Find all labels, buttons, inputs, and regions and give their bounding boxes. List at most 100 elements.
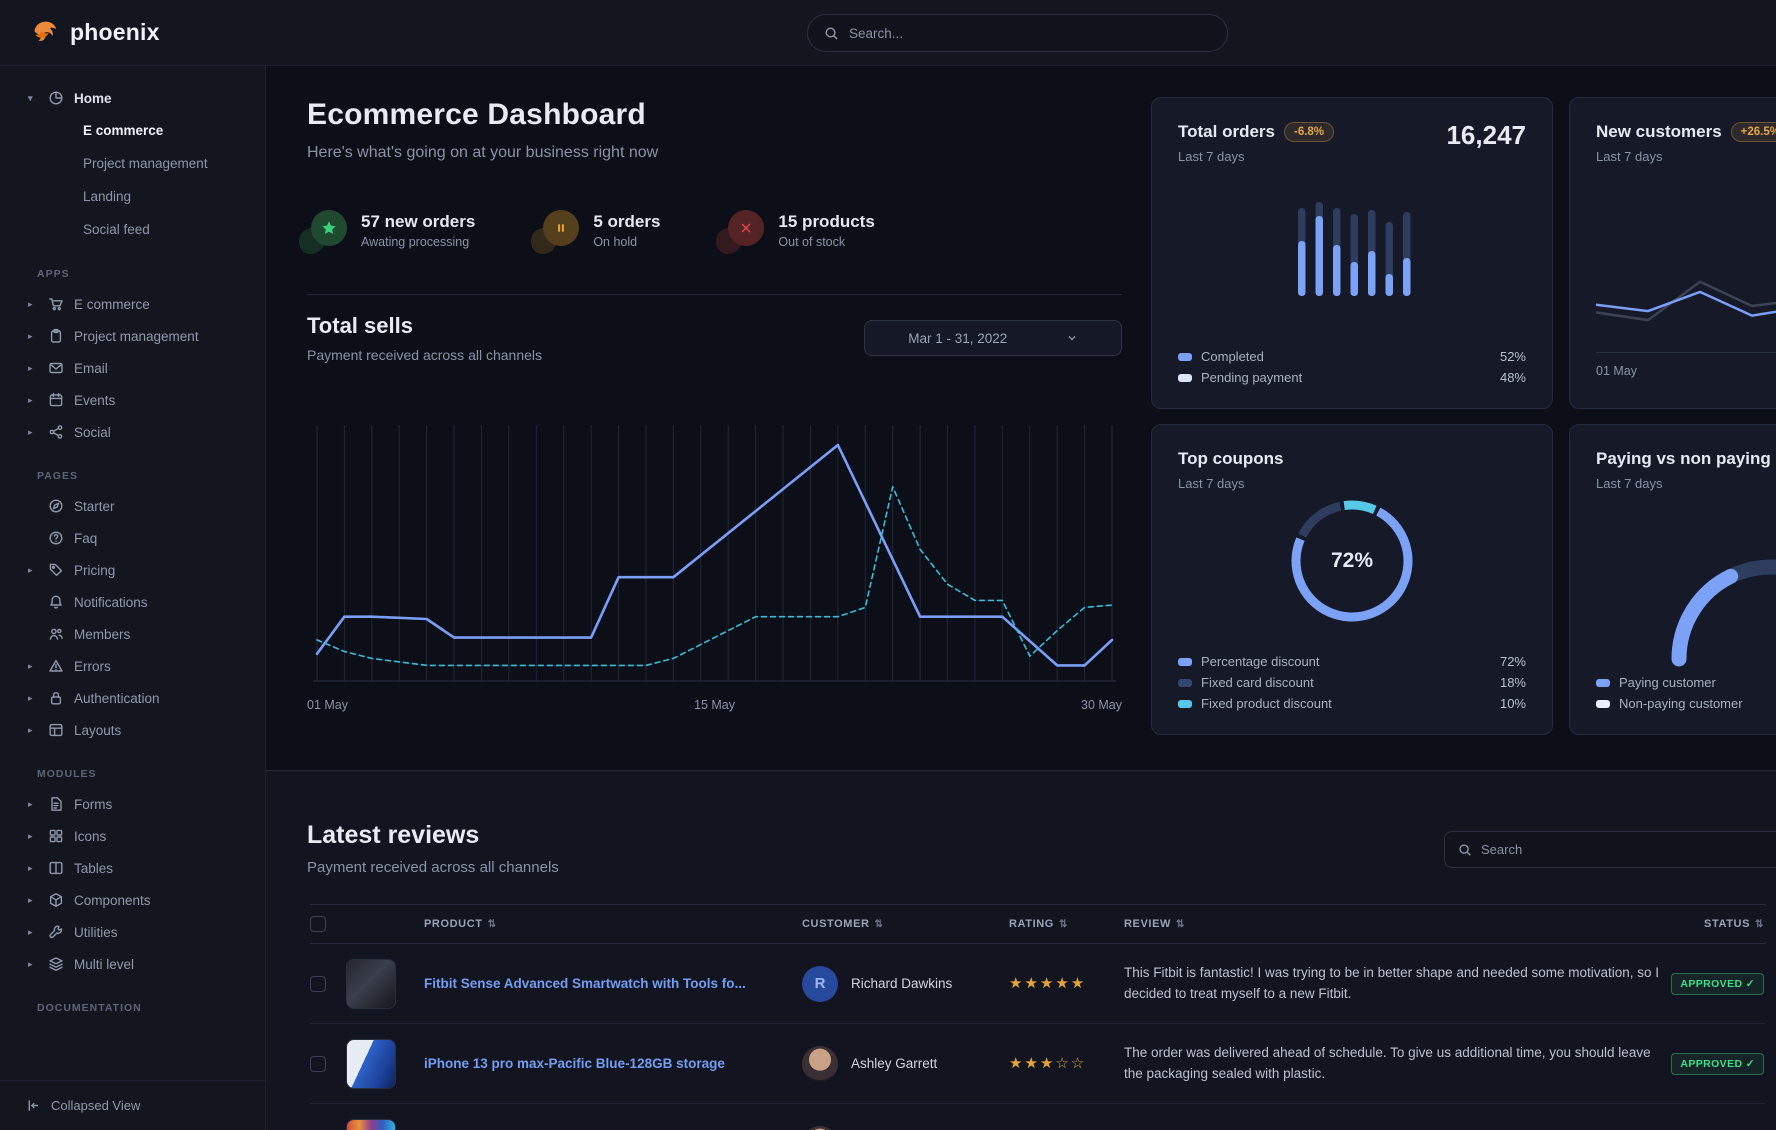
card-period: Last 7 days: [1596, 476, 1776, 491]
sidebar-item-label: Authentication: [74, 691, 160, 706]
legend-row: Pending payment48%: [1178, 367, 1526, 388]
table-row[interactable]: iPhone 13 pro max-Pacific Blue-128GB sto…: [310, 1024, 1766, 1104]
sidebar-item-email[interactable]: ▸Email: [0, 352, 265, 384]
product-thumbnail[interactable]: [346, 959, 396, 1009]
sidebar-item-social[interactable]: ▸Social: [0, 416, 265, 448]
sidebar-item-layouts[interactable]: ▸Layouts: [0, 714, 265, 746]
legend-row: Fixed product discount10%: [1178, 693, 1526, 714]
legend-label: Non-paying customer: [1619, 696, 1743, 711]
sort-icon: ⇅: [1755, 919, 1764, 930]
stat-on-hold: 5 ordersOn hold: [539, 210, 660, 250]
status-cell: APPROVED ✓: [1662, 973, 1766, 995]
layout-icon: [48, 722, 64, 738]
stat-awating-processing: 57 new ordersAwating processing: [307, 210, 475, 250]
users-icon: [48, 626, 64, 642]
reviews-search-input[interactable]: [1481, 842, 1770, 857]
sort-header[interactable]: PRODUCT⇅: [424, 918, 780, 930]
sidebar-subitem-social-feed[interactable]: Social feed: [0, 213, 265, 246]
sidebar-item-faq[interactable]: Faq: [0, 522, 265, 554]
row-checkbox[interactable]: [310, 976, 326, 992]
sidebar-item-pricing[interactable]: ▸Pricing: [0, 554, 265, 586]
product-link[interactable]: iPhone 13 pro max-Pacific Blue-128GB sto…: [424, 1056, 725, 1071]
sidebar-item-authentication[interactable]: ▸Authentication: [0, 682, 265, 714]
caret-right-icon: ▸: [28, 725, 38, 736]
sidebar-item-events[interactable]: ▸Events: [0, 384, 265, 416]
sidebar-item-e-commerce[interactable]: ▸E commerce: [0, 288, 265, 320]
sidebar-item-tables[interactable]: ▸Tables: [0, 852, 265, 884]
product-thumbnail[interactable]: [346, 1119, 396, 1130]
sort-header[interactable]: RATING⇅: [1009, 918, 1102, 930]
caret-right-icon: ▸: [28, 927, 38, 938]
checkbox-cell: [310, 1056, 346, 1072]
sidebar-item-utilities[interactable]: ▸Utilities: [0, 916, 265, 948]
brand-logo[interactable]: phoenix: [30, 18, 160, 48]
box-icon: [48, 892, 64, 908]
column-label: STATUS: [1704, 918, 1750, 930]
sidebar-item-errors[interactable]: ▸Errors: [0, 650, 265, 682]
legend-label: Completed: [1201, 349, 1264, 364]
legend-label: Paying customer: [1619, 675, 1716, 690]
clipboard-icon: [48, 328, 64, 344]
card-paying-vs-nonpaying: Paying vs non paying Last 7 days Paying …: [1569, 424, 1776, 735]
pie-chart-icon: [48, 90, 64, 106]
table-row[interactable]: Fitbit Sense Advanced Smartwatch with To…: [310, 944, 1766, 1024]
global-search[interactable]: [807, 14, 1228, 52]
sidebar-item-label: Forms: [74, 797, 112, 812]
sidebar-item-starter[interactable]: Starter: [0, 490, 265, 522]
chevron-down-icon: [1066, 332, 1078, 344]
page-title: Ecommerce Dashboard: [307, 98, 1122, 132]
product-link[interactable]: Fitbit Sense Advanced Smartwatch with To…: [424, 976, 746, 991]
thumb-cell: [346, 1119, 412, 1130]
sidebar-item-forms[interactable]: ▸Forms: [0, 788, 265, 820]
legend-label: Percentage discount: [1201, 654, 1320, 669]
caret-right-icon: ▸: [28, 863, 38, 874]
column-label: PRODUCT: [424, 918, 483, 930]
bell-icon: [48, 594, 64, 610]
date-range-select[interactable]: Mar 1 - 31, 2022: [864, 320, 1122, 356]
sidebar-item-project-management[interactable]: ▸Project management: [0, 320, 265, 352]
stat-value: 5 orders: [593, 212, 660, 232]
sort-header[interactable]: STATUS ⇅: [1704, 918, 1764, 930]
sidebar-subitem-e-commerce[interactable]: E commerce: [0, 114, 265, 147]
status-badge: APPROVED ✓: [1671, 973, 1764, 995]
customer-name: Ashley Garrett: [851, 1056, 937, 1071]
sidebar-section-label: PAGES: [0, 448, 265, 490]
stat-sublabel: Out of stock: [778, 235, 874, 249]
row-checkbox[interactable]: [310, 1056, 326, 1072]
legend-swatch: [1178, 353, 1192, 361]
paying-gauge-chart: [1570, 511, 1776, 671]
sort-icon: ⇅: [1059, 919, 1068, 930]
sidebar-item-label: Starter: [74, 499, 115, 514]
collapsed-view-toggle[interactable]: Collapsed View: [0, 1080, 265, 1130]
select-all-checkbox[interactable]: [310, 916, 326, 932]
sidebar-item-icons[interactable]: ▸Icons: [0, 820, 265, 852]
sidebar-subitem-project-management[interactable]: Project management: [0, 147, 265, 180]
product-thumbnail[interactable]: [346, 1039, 396, 1089]
orders-bar-chart: [1294, 200, 1424, 301]
legend-label: Fixed product discount: [1201, 696, 1332, 711]
sidebar-item-multi-level[interactable]: ▸Multi level: [0, 948, 265, 980]
search-icon: [824, 26, 839, 41]
table-row[interactable]: It's a Mac, after all. Once you've gone …: [310, 1104, 1766, 1130]
sidebar-item-components[interactable]: ▸Components: [0, 884, 265, 916]
product-cell: Fitbit Sense Advanced Smartwatch with To…: [412, 975, 780, 993]
sidebar-item-home[interactable]: ▾Home: [0, 82, 265, 114]
column-header-customer: CUSTOMER⇅: [780, 918, 986, 930]
sidebar-section-label: DOCUMENTATION: [0, 980, 265, 1022]
sidebar-item-label: Notifications: [74, 595, 148, 610]
sort-header[interactable]: REVIEW⇅: [1124, 918, 1662, 930]
sort-header[interactable]: CUSTOMER⇅: [802, 918, 986, 930]
x-label-start: 01 May: [307, 698, 348, 712]
reviews-search[interactable]: [1444, 831, 1776, 868]
rating-stars: ★★★★★: [1009, 975, 1086, 992]
legend-swatch: [1596, 679, 1610, 687]
sidebar-item-members[interactable]: Members: [0, 618, 265, 650]
global-search-input[interactable]: [849, 26, 1211, 41]
legend-row: Completed52%: [1178, 346, 1526, 367]
phoenix-logo-icon: [30, 18, 60, 48]
collapse-icon: [26, 1098, 41, 1113]
sidebar-subitem-landing[interactable]: Landing: [0, 180, 265, 213]
caret-right-icon: ▸: [28, 831, 38, 842]
rating-cell: ★★★☆☆: [986, 1054, 1102, 1073]
sidebar-item-notifications[interactable]: Notifications: [0, 586, 265, 618]
